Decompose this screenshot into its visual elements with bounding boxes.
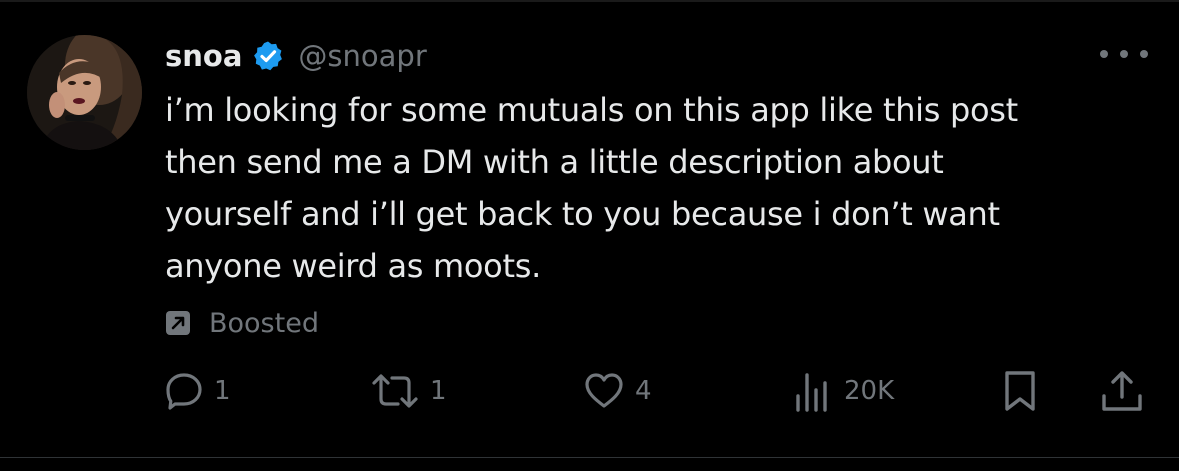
reply-count: 1 <box>214 376 231 406</box>
like-button[interactable]: 4 <box>583 365 652 417</box>
views-button[interactable]: 20K <box>792 365 894 417</box>
more-dot <box>1100 50 1108 58</box>
more-dot <box>1140 50 1148 58</box>
display-name[interactable]: snoa <box>165 39 242 73</box>
bottom-divider <box>0 457 1179 458</box>
top-divider <box>0 0 1179 2</box>
repost-arrows-icon <box>370 371 420 411</box>
tweet-card[interactable]: snoa @snoapr i’m looking for some mutual… <box>0 0 1179 471</box>
more-dot <box>1120 50 1128 58</box>
boosted-indicator: Boosted <box>165 304 319 342</box>
like-count: 4 <box>635 376 652 406</box>
views-count: 20K <box>844 376 895 406</box>
verified-badge-icon[interactable] <box>252 40 284 72</box>
share-button[interactable] <box>1100 365 1144 417</box>
repost-count: 1 <box>430 376 447 406</box>
reply-bubble-icon <box>164 371 204 411</box>
share-upload-icon <box>1100 369 1144 413</box>
more-horizontal-icon[interactable] <box>1100 44 1148 64</box>
avatar[interactable] <box>27 35 142 150</box>
action-bar: 1 1 4 20K <box>0 365 1179 417</box>
reply-button[interactable]: 1 <box>164 365 231 417</box>
repost-button[interactable]: 1 <box>370 365 447 417</box>
user-handle[interactable]: @snoapr <box>298 39 426 73</box>
bookmark-button[interactable] <box>1000 365 1040 417</box>
heart-icon <box>583 371 625 411</box>
views-bars-icon <box>792 370 834 412</box>
boosted-label: Boosted <box>209 307 319 339</box>
bookmark-icon <box>1000 370 1040 412</box>
tweet-text: i’m looking for some mutuals on this app… <box>165 91 1018 285</box>
tweet-header: snoa @snoapr <box>165 34 427 78</box>
boosted-arrow-icon <box>165 310 191 336</box>
